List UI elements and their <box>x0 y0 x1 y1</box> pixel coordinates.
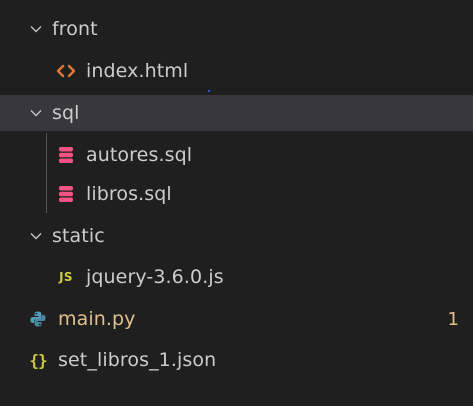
database-file-icon <box>54 144 78 166</box>
chevron-down-icon[interactable] <box>26 103 46 123</box>
file-autores-sql-label: autores.sql <box>86 144 193 166</box>
file-index-html[interactable]: index.html <box>0 53 473 89</box>
problems-count-badge: 1 <box>447 308 459 330</box>
database-file-icon <box>54 183 78 205</box>
python-file-icon <box>26 308 50 330</box>
folder-static-label: static <box>52 225 105 247</box>
folder-front-label: front <box>52 18 98 40</box>
file-main-py[interactable]: main.py 1 <box>0 301 473 337</box>
file-libros-sql-label: libros.sql <box>86 183 172 205</box>
cursor-dot <box>208 90 210 92</box>
folder-sql-label: sql <box>52 102 80 124</box>
javascript-icon-text: JS <box>59 270 73 284</box>
javascript-file-icon: JS <box>54 266 78 288</box>
chevron-down-icon[interactable] <box>26 226 46 246</box>
json-icon-text: {} <box>29 350 47 370</box>
file-jquery-js[interactable]: JS jquery-3.6.0.js <box>0 259 473 295</box>
json-file-icon: {} <box>26 349 50 371</box>
file-main-py-label: main.py <box>58 308 136 330</box>
file-set-libros-json[interactable]: {} set_libros_1.json <box>0 342 473 378</box>
file-libros-sql[interactable]: libros.sql <box>0 176 473 212</box>
file-autores-sql[interactable]: autores.sql <box>0 137 473 173</box>
folder-sql[interactable]: sql <box>0 95 473 131</box>
file-index-html-label: index.html <box>86 60 189 82</box>
file-jquery-js-label: jquery-3.6.0.js <box>86 266 224 288</box>
html-file-icon <box>54 60 78 82</box>
file-set-libros-json-label: set_libros_1.json <box>58 349 217 371</box>
chevron-down-icon[interactable] <box>26 19 46 39</box>
file-explorer: front index.html sql autores.sql libros.… <box>0 0 473 406</box>
folder-static[interactable]: static <box>0 218 473 254</box>
folder-front[interactable]: front <box>0 11 473 47</box>
